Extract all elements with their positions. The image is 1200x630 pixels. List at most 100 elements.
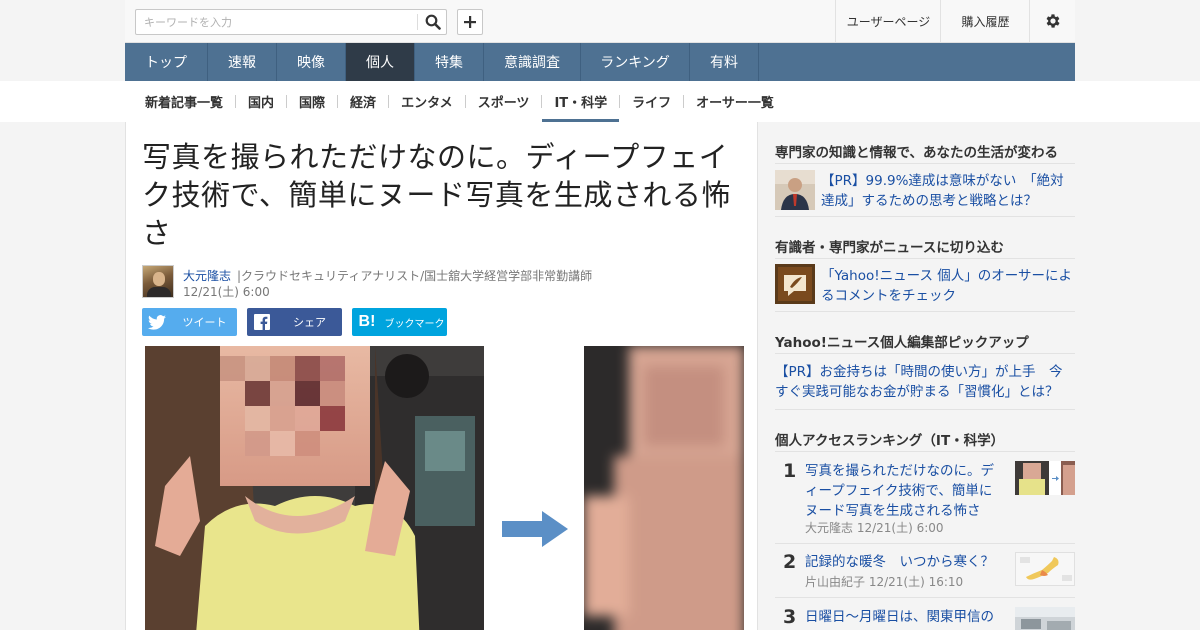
nav-top[interactable]: トップ [125, 43, 208, 81]
purchase-history-link[interactable]: 購入履歴 [940, 0, 1030, 42]
ranking-number: 2 [783, 551, 797, 573]
category-international-label: 国際 [299, 96, 326, 111]
snow-scene-image [1015, 607, 1075, 630]
article-title: 写真を撮られただけなのに。ディープフェイク技術で、簡単にヌード写真を生成される怖… [142, 140, 731, 250]
author-name[interactable]: 大元隆志 [183, 267, 231, 284]
ranking-item-title[interactable]: 写真を撮られただけなのに。ディープフェイク技術で、簡単にヌード写真を生成される怖… [805, 461, 1005, 521]
facebook-icon [247, 314, 277, 330]
nav-paid-label: 有料 [710, 55, 738, 71]
category-life-label: ライフ [632, 96, 672, 111]
category-sports-label: スポーツ [477, 96, 530, 111]
top-bar: ユーザーページ 購入履歴 [125, 0, 1075, 43]
ranking-item-meta: 片山由紀子 12/21(土) 16:10 [805, 573, 963, 590]
author-description: |クラウドセキュリティアナリスト/国士舘大学経営学部非常勤講師 [237, 269, 593, 283]
category-sports[interactable]: スポーツ [466, 81, 542, 122]
sidebar: 専門家の知識と情報で、あなたの生活が変わる 【PR】99.9%達成は意味がない … [759, 122, 1075, 630]
pr-thumbnail[interactable] [775, 170, 815, 210]
category-it-science-label: IT・科学 [554, 96, 608, 111]
sidebar-heading-ranking: 個人アクセスランキング（IT・科学） [775, 433, 1005, 449]
ranking-item-author: 大元隆志 [805, 521, 854, 535]
sidebar-heading-experts: 専門家の知識と情報で、あなたの生活が変わる [775, 145, 1058, 161]
category-it-science[interactable]: IT・科学 [542, 81, 619, 122]
twitter-icon [142, 314, 172, 330]
nav-survey[interactable]: 意識調査 [484, 43, 581, 81]
plus-icon [464, 16, 476, 28]
facebook-share-label: シェア [293, 316, 326, 329]
category-domestic[interactable]: 国内 [236, 81, 286, 122]
sidebar-divider [775, 311, 1075, 312]
nav-features-label: 特集 [435, 55, 463, 71]
category-economy[interactable]: 経済 [338, 81, 388, 122]
category-international[interactable]: 国際 [287, 81, 337, 122]
search-input[interactable] [136, 10, 416, 34]
add-button[interactable] [457, 9, 483, 35]
sidebar-divider [775, 451, 1075, 452]
gear-icon [1046, 14, 1060, 28]
nav-ranking[interactable]: ランキング [581, 43, 690, 81]
ranking-item-author: 片山由紀子 [805, 575, 866, 589]
sidebar-heading-commentary: 有識者・専門家がニュースに切り込む [775, 240, 1004, 256]
nav-ranking-label: ランキング [600, 55, 670, 71]
search-icon [425, 14, 441, 30]
nav-individual[interactable]: 個人 [346, 43, 415, 81]
generated-photo-illustration [584, 346, 744, 630]
category-new[interactable]: 新着記事一覧 [133, 81, 235, 122]
nav-survey-label: 意識調査 [504, 55, 560, 71]
ranking-item-title[interactable]: 日曜日～月曜日は、関東甲信の [805, 607, 1005, 629]
article-image-generated [584, 346, 744, 630]
sidebar-divider [775, 409, 1075, 410]
ranking-thumbnail[interactable] [1015, 552, 1075, 586]
pr-link-money-habits[interactable]: 【PR】お金持ちは「時間の使い方」が上手 今すぐ実践可能なお金が貯まる「習慣化」… [775, 362, 1075, 402]
ranking-item-date: 12/21(土) 16:10 [868, 575, 964, 589]
nav-features[interactable]: 特集 [415, 43, 484, 81]
ranking-thumbnail[interactable] [1015, 461, 1075, 495]
search-box [135, 9, 447, 35]
weather-map-image [1016, 553, 1074, 585]
ranking-thumbnail[interactable] [1015, 607, 1075, 630]
ranking-number: 1 [783, 460, 797, 482]
twitter-share-label: ツイート [182, 316, 227, 329]
nav-breaking[interactable]: 速報 [208, 43, 277, 81]
arrow-right-icon [502, 511, 568, 547]
sidebar-heading-pickup: Yahoo!ニュース個人編集部ピックアップ [775, 335, 1029, 351]
comment-check-link[interactable]: 「Yahoo!ニュース 個人」のオーサーによるコメントをチェック [821, 266, 1075, 306]
nav-video[interactable]: 映像 [277, 43, 346, 81]
settings-button[interactable] [1029, 0, 1075, 42]
category-life[interactable]: ライフ [620, 81, 683, 122]
comment-thumbnail[interactable] [775, 264, 815, 304]
user-page-link[interactable]: ユーザーページ [835, 0, 941, 42]
category-authors-label: オーサー一覧 [696, 96, 774, 111]
category-authors[interactable]: オーサー一覧 [684, 81, 786, 122]
author-avatar[interactable] [142, 265, 174, 298]
category-economy-label: 経済 [350, 96, 377, 111]
hatena-bookmark-button[interactable]: B! ブックマーク [352, 308, 447, 336]
category-entertainment[interactable]: エンタメ [389, 81, 465, 122]
ranking-number: 3 [783, 606, 797, 628]
avatar-face [153, 272, 165, 286]
main-nav: トップ 速報 映像 個人 特集 意識調査 ランキング 有料 [125, 43, 1075, 81]
sidebar-divider [775, 216, 1075, 217]
user-page-label: ユーザーページ [846, 14, 931, 29]
nav-breaking-label: 速報 [228, 55, 256, 71]
purchase-history-label: 購入履歴 [961, 14, 1010, 29]
sidebar-divider [775, 163, 1075, 164]
category-new-label: 新着記事一覧 [145, 96, 224, 111]
nav-paid[interactable]: 有料 [690, 43, 759, 81]
hatena-bookmark-label: ブックマーク [384, 318, 445, 330]
sidebar-divider [775, 597, 1075, 598]
nav-top-label: トップ [145, 55, 187, 71]
search-button[interactable] [418, 10, 447, 34]
twitter-share-button[interactable]: ツイート [142, 308, 237, 336]
hatena-icon: B! [358, 313, 376, 330]
pr-link-achievement[interactable]: 【PR】99.9%達成は意味がない 「絶対達成」するための思考と戦略とは？ [821, 171, 1075, 211]
ranking-item-meta: 大元隆志 12/21(土) 6:00 [805, 519, 944, 536]
category-domestic-label: 国内 [248, 96, 275, 111]
category-nav: 新着記事一覧 国内 国際 経済 エンタメ スポーツ IT・科学 ライフ オーサー… [0, 81, 1200, 122]
ranking-item-title[interactable]: 記録的な暖冬 いつから寒く？ [805, 552, 1005, 572]
ranking-item-date: 12/21(土) 6:00 [856, 521, 944, 535]
article: 写真を撮られただけなのに。ディープフェイク技術で、簡単にヌード写真を生成される怖… [125, 122, 758, 630]
nav-video-label: 映像 [297, 55, 325, 71]
category-entertainment-label: エンタメ [401, 96, 453, 111]
facebook-share-button[interactable]: シェア [247, 308, 342, 336]
article-date: 12/21(土) 6:00 [183, 285, 270, 299]
